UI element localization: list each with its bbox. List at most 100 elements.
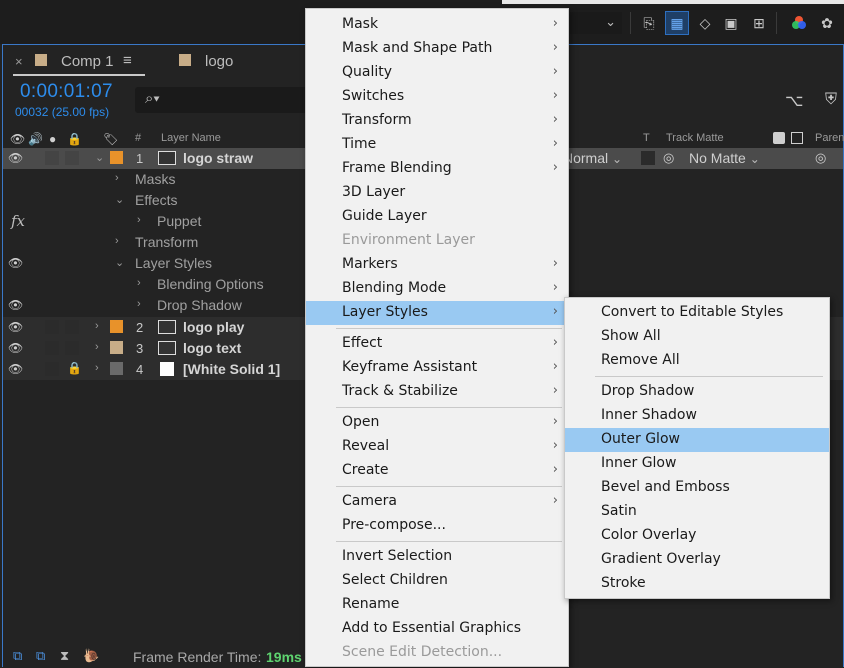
- lock-toggle[interactable]: [65, 320, 79, 334]
- menu-item-select-children[interactable]: Select Children: [306, 569, 568, 593]
- audio-column-icon[interactable]: 🔊: [28, 132, 43, 146]
- label-color-swatch[interactable]: [110, 362, 123, 375]
- menu-item-track-stabilize[interactable]: Track & Stabilize ›: [306, 380, 568, 404]
- menu-item-quality[interactable]: Quality ›: [306, 61, 568, 85]
- menu-item-frame-blending[interactable]: Frame Blending ›: [306, 157, 568, 181]
- menu-item-remove-all[interactable]: Remove All: [565, 349, 829, 373]
- menu-item-inner-glow[interactable]: Inner Glow: [565, 452, 829, 476]
- layer-name[interactable]: logo play: [183, 319, 244, 335]
- expand-chevron-icon[interactable]: ›: [137, 277, 141, 289]
- menu-item-color-overlay[interactable]: Color Overlay: [565, 524, 829, 548]
- menu-item-bevel-and-emboss[interactable]: Bevel and Emboss: [565, 476, 829, 500]
- tab-comp-1[interactable]: Comp 1: [61, 53, 114, 70]
- fx-icon[interactable]: fx: [11, 212, 25, 230]
- menu-item-pre-compose[interactable]: Pre-compose...: [306, 514, 568, 538]
- menu-item-markers[interactable]: Markers ›: [306, 253, 568, 277]
- layer-name[interactable]: logo straw: [183, 150, 253, 166]
- collapse-chevron-icon[interactable]: ⌄: [115, 256, 124, 269]
- solo-toggle[interactable]: [45, 362, 59, 376]
- flowchart-icon[interactable]: ⌥: [785, 91, 803, 111]
- layer-name-column[interactable]: Layer Name: [161, 132, 221, 144]
- menu-item-3d-layer[interactable]: 3D Layer: [306, 181, 568, 205]
- expand-chevron-icon[interactable]: ›: [95, 320, 99, 332]
- transparency-grid-icon[interactable]: ▦: [665, 11, 689, 35]
- region-of-interest-icon[interactable]: ▣: [720, 12, 742, 34]
- menu-item-rename[interactable]: Rename: [306, 593, 568, 617]
- lock-toggle[interactable]: [65, 151, 79, 165]
- expand-chevron-icon[interactable]: ›: [95, 362, 99, 374]
- expand-chevron-icon[interactable]: ›: [115, 235, 119, 247]
- parent-pickwhip-icon[interactable]: ◎: [815, 150, 826, 166]
- layer-switches-icon[interactable]: ⧉: [13, 648, 22, 664]
- lock-icon[interactable]: 🔒: [67, 361, 82, 375]
- visibility-eye-icon[interactable]: 👁: [8, 320, 24, 334]
- visibility-eye-icon[interactable]: 👁: [8, 151, 24, 165]
- mode-dropdown[interactable]: Normal ⌄: [563, 150, 622, 166]
- menu-item-layer-styles[interactable]: Layer Styles ›: [306, 301, 568, 325]
- menu-item-show-all[interactable]: Show All: [565, 325, 829, 349]
- visibility-eye-icon[interactable]: 👁: [8, 256, 24, 270]
- menu-item-convert-to-editable-styles[interactable]: Convert to Editable Styles: [565, 301, 829, 325]
- current-time-display[interactable]: 0:00:01:07: [20, 81, 113, 103]
- matte-pickwhip-icon[interactable]: ◎: [663, 150, 674, 166]
- tab-logo[interactable]: logo: [205, 53, 233, 70]
- solo-column-icon[interactable]: ●: [49, 132, 56, 146]
- menu-item-effect[interactable]: Effect ›: [306, 332, 568, 356]
- menu-item-drop-shadow[interactable]: Drop Shadow: [565, 380, 829, 404]
- solo-toggle[interactable]: [45, 341, 59, 355]
- collapse-chevron-icon[interactable]: ⌄: [95, 151, 104, 164]
- visibility-eye-icon[interactable]: 👁: [8, 298, 24, 312]
- menu-item-satin[interactable]: Satin: [565, 500, 829, 524]
- preserve-transparency-toggle[interactable]: [641, 151, 655, 165]
- menu-item-mask-and-shape-path[interactable]: Mask and Shape Path ›: [306, 37, 568, 61]
- menu-item-reveal[interactable]: Reveal ›: [306, 435, 568, 459]
- menu-item-time[interactable]: Time ›: [306, 133, 568, 157]
- layer-name[interactable]: [White Solid 1]: [183, 361, 280, 377]
- exposure-reset-icon[interactable]: ✿: [816, 12, 838, 34]
- menu-item-create[interactable]: Create ›: [306, 459, 568, 483]
- resolution-dropdown[interactable]: ⌄: [570, 12, 622, 34]
- color-channels-icon[interactable]: [788, 12, 810, 34]
- t-column[interactable]: T: [643, 132, 650, 144]
- menu-item-guide-layer[interactable]: Guide Layer: [306, 205, 568, 229]
- expand-chevron-icon[interactable]: ›: [137, 298, 141, 310]
- lock-toggle[interactable]: [65, 341, 79, 355]
- track-matte-column[interactable]: Track Matte: [666, 132, 724, 144]
- menu-item-mask[interactable]: Mask ›: [306, 13, 568, 37]
- solo-toggle[interactable]: [45, 320, 59, 334]
- solo-toggle[interactable]: [45, 151, 59, 165]
- menu-item-camera[interactable]: Camera ›: [306, 490, 568, 514]
- menu-item-switches[interactable]: Switches ›: [306, 85, 568, 109]
- snapshot-icon[interactable]: ⎘: [638, 12, 660, 34]
- visibility-eye-icon[interactable]: 👁: [8, 341, 24, 355]
- label-color-swatch[interactable]: [110, 320, 123, 333]
- menu-item-transform[interactable]: Transform ›: [306, 109, 568, 133]
- draft-3d-icon[interactable]: ⛨: [825, 91, 837, 109]
- guides-icon[interactable]: ⊞: [748, 12, 770, 34]
- visibility-eye-icon[interactable]: 👁: [8, 362, 24, 376]
- number-column[interactable]: #: [135, 132, 141, 144]
- in-out-icon[interactable]: ⧗: [60, 648, 69, 664]
- menu-item-add-to-essential-graphics[interactable]: Add to Essential Graphics: [306, 617, 568, 641]
- expand-chevron-icon[interactable]: ›: [137, 214, 141, 226]
- menu-item-invert-selection[interactable]: Invert Selection: [306, 545, 568, 569]
- menu-item-inner-shadow[interactable]: Inner Shadow: [565, 404, 829, 428]
- lock-column-icon[interactable]: 🔒: [67, 132, 82, 146]
- label-column-icon[interactable]: 🏷: [103, 132, 118, 146]
- motion-blur-icon[interactable]: 🐌: [83, 648, 99, 664]
- expand-chevron-icon[interactable]: ›: [95, 341, 99, 353]
- menu-item-outer-glow[interactable]: Outer Glow: [565, 428, 829, 452]
- parent-column[interactable]: Parent: [815, 132, 844, 144]
- menu-item-stroke[interactable]: Stroke: [565, 572, 829, 596]
- collapse-chevron-icon[interactable]: ⌄: [115, 193, 124, 206]
- video-column-eye-icon[interactable]: 👁: [10, 132, 25, 146]
- expand-chevron-icon[interactable]: ›: [115, 172, 119, 184]
- search-input[interactable]: ⌕▾: [135, 87, 315, 113]
- menu-item-keyframe-assistant[interactable]: Keyframe Assistant ›: [306, 356, 568, 380]
- layer-name[interactable]: logo text: [183, 340, 241, 356]
- label-color-swatch[interactable]: [110, 151, 123, 164]
- label-color-swatch[interactable]: [110, 341, 123, 354]
- mask-path-icon[interactable]: ◇: [694, 12, 716, 34]
- transfer-controls-icon[interactable]: ⧉: [36, 648, 45, 664]
- track-matte-dropdown[interactable]: No Matte ⌄: [689, 150, 760, 166]
